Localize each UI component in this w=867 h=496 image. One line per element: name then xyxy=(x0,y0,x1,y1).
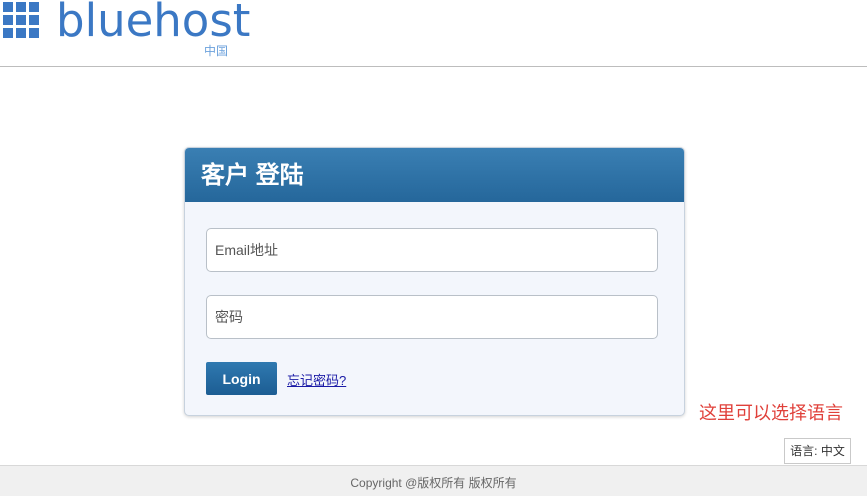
login-page: bluehost 中国 客户 登陆 Login 忘记密码? 这里可以选择语言 语… xyxy=(0,0,867,496)
logo-subtitle: 中国 xyxy=(204,44,229,58)
forgot-password-link[interactable]: 忘记密码? xyxy=(287,370,346,389)
email-field[interactable] xyxy=(206,228,658,272)
page-footer: Copyright @版权所有 版权所有 xyxy=(0,465,867,496)
language-selector[interactable]: 语言: 中文 xyxy=(784,438,851,464)
site-header: bluehost 中国 xyxy=(0,0,867,67)
logo-text: bluehost xyxy=(56,0,251,47)
login-button[interactable]: Login xyxy=(206,362,277,395)
login-title: 客户 登陆 xyxy=(185,148,684,202)
logo-grid-icon xyxy=(3,2,39,38)
copyright-text: Copyright @版权所有 版权所有 xyxy=(350,476,517,490)
password-field[interactable] xyxy=(206,295,658,339)
login-card: 客户 登陆 Login 忘记密码? xyxy=(184,147,685,416)
language-hint: 这里可以选择语言 xyxy=(699,403,843,423)
